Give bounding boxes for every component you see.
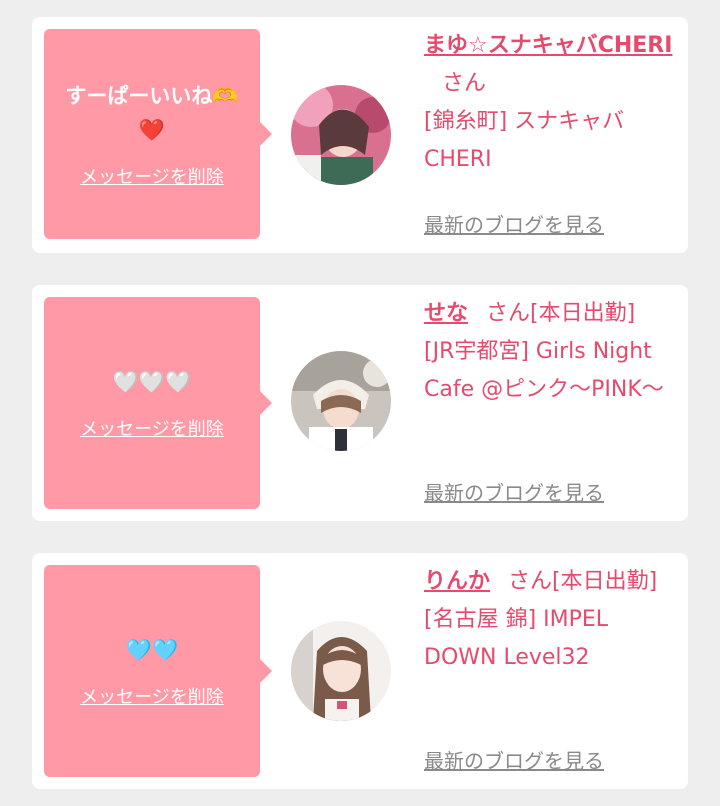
message-bubble: すーぱーいいね🫶 ❤️ メッセージを削除 — [44, 29, 272, 239]
latest-blog-link[interactable]: 最新のブログを見る — [424, 745, 604, 774]
status-text: [本日出勤] — [530, 301, 636, 326]
user-info: せな さん[本日出勤] [JR宇都宮] Girls Night Cafe @ピンク… — [424, 295, 680, 409]
shop-name: [JR宇都宮] Girls Night Cafe @ピンク〜PINK〜 — [424, 339, 664, 402]
avatar[interactable] — [291, 621, 391, 721]
shop-name: [錦糸町] スナキャバCHERI — [424, 109, 625, 172]
message-bubble: 🤍🤍🤍 メッセージを削除 — [44, 297, 272, 509]
message-text: すーぱーいいね🫶 ❤️ — [65, 84, 239, 142]
avatar-photo — [291, 351, 391, 451]
message-text: 🩵🩵 — [125, 638, 179, 662]
user-name-link[interactable]: りんか — [424, 569, 490, 594]
user-name-link[interactable]: まゆ☆スナキャバCHERI — [424, 33, 672, 58]
delete-message-link[interactable]: メッセージを削除 — [80, 683, 224, 709]
shop-name: [名古屋 錦] IMPEL DOWN Level32 — [424, 607, 609, 670]
user-info: りんか さん[本日出勤] [名古屋 錦] IMPEL DOWN Level32 — [424, 563, 680, 677]
status-text: [本日出勤] — [552, 569, 658, 594]
honorific: さん — [486, 301, 531, 326]
avatar[interactable] — [291, 85, 391, 185]
delete-message-link[interactable]: メッセージを削除 — [80, 415, 224, 441]
latest-blog-link[interactable]: 最新のブログを見る — [424, 477, 604, 506]
avatar[interactable] — [291, 351, 391, 451]
avatar-photo — [291, 621, 391, 721]
honorific: さん — [442, 71, 487, 96]
latest-blog-link[interactable]: 最新のブログを見る — [424, 209, 604, 238]
message-card: 🤍🤍🤍 メッセージを削除 せな さん[本日出勤] [JR宇都宮] Girls Ni… — [32, 285, 688, 521]
message-card: 🩵🩵 メッセージを削除 りんか さん[本日出勤] [名古屋 錦] IMPEL DO… — [32, 553, 688, 789]
message-card: すーぱーいいね🫶 ❤️ メッセージを削除 まゆ☆スナキャバCHERI さん [錦糸… — [32, 17, 688, 253]
user-name-link[interactable]: せな — [424, 301, 468, 326]
message-text: 🤍🤍🤍 — [112, 370, 192, 394]
user-info: まゆ☆スナキャバCHERI さん [錦糸町] スナキャバCHERI — [424, 27, 680, 179]
honorific: さん — [508, 569, 553, 594]
delete-message-link[interactable]: メッセージを削除 — [80, 163, 224, 189]
message-bubble: 🩵🩵 メッセージを削除 — [44, 565, 272, 777]
avatar-photo — [291, 85, 391, 185]
